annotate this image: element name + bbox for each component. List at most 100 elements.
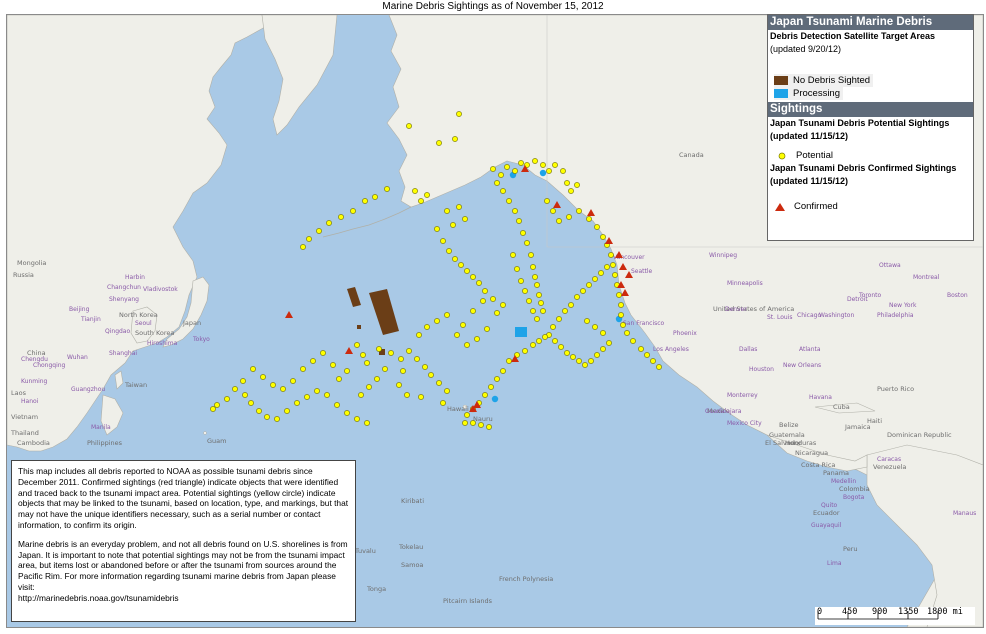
potential-sighting-marker[interactable]	[518, 278, 524, 284]
potential-sighting-marker[interactable]	[260, 374, 266, 380]
potential-sighting-marker[interactable]	[482, 288, 488, 294]
potential-sighting-marker[interactable]	[604, 264, 610, 270]
potential-sighting-marker[interactable]	[564, 350, 570, 356]
potential-sighting-marker[interactable]	[354, 416, 360, 422]
potential-sighting-marker[interactable]	[444, 388, 450, 394]
potential-sighting-marker[interactable]	[536, 338, 542, 344]
potential-sighting-marker[interactable]	[510, 252, 516, 258]
potential-sighting-marker[interactable]	[326, 220, 332, 226]
potential-sighting-marker[interactable]	[214, 402, 220, 408]
potential-sighting-marker[interactable]	[576, 208, 582, 214]
potential-sighting-marker[interactable]	[600, 346, 606, 352]
potential-sighting-marker[interactable]	[320, 350, 326, 356]
processing-marker[interactable]	[539, 169, 547, 177]
potential-sighting-marker[interactable]	[330, 362, 336, 368]
potential-sighting-marker[interactable]	[594, 224, 600, 230]
potential-sighting-marker[interactable]	[470, 420, 476, 426]
note-url-link[interactable]: http://marinedebris.noaa.gov/tsunamidebr…	[18, 593, 349, 604]
potential-sighting-marker[interactable]	[608, 252, 614, 258]
potential-sighting-marker[interactable]	[568, 188, 574, 194]
processing-marker[interactable]	[491, 395, 499, 403]
potential-sighting-marker[interactable]	[532, 274, 538, 280]
potential-sighting-marker[interactable]	[610, 262, 616, 268]
potential-sighting-marker[interactable]	[366, 384, 372, 390]
potential-sighting-marker[interactable]	[414, 356, 420, 362]
potential-sighting-marker[interactable]	[558, 344, 564, 350]
potential-sighting-marker[interactable]	[500, 368, 506, 374]
potential-sighting-marker[interactable]	[454, 332, 460, 338]
potential-sighting-marker[interactable]	[580, 288, 586, 294]
potential-sighting-marker[interactable]	[462, 216, 468, 222]
potential-sighting-marker[interactable]	[562, 308, 568, 314]
potential-sighting-marker[interactable]	[498, 172, 504, 178]
potential-sighting-marker[interactable]	[506, 198, 512, 204]
potential-sighting-marker[interactable]	[248, 400, 254, 406]
potential-sighting-marker[interactable]	[556, 316, 562, 322]
potential-sighting-marker[interactable]	[530, 342, 536, 348]
potential-sighting-marker[interactable]	[512, 208, 518, 214]
potential-sighting-marker[interactable]	[552, 338, 558, 344]
potential-sighting-marker[interactable]	[490, 166, 496, 172]
potential-sighting-marker[interactable]	[406, 123, 412, 129]
potential-sighting-marker[interactable]	[542, 334, 548, 340]
potential-sighting-marker[interactable]	[456, 111, 462, 117]
potential-sighting-marker[interactable]	[500, 188, 506, 194]
potential-sighting-marker[interactable]	[316, 228, 322, 234]
potential-sighting-marker[interactable]	[586, 282, 592, 288]
potential-sighting-marker[interactable]	[650, 358, 656, 364]
potential-sighting-marker[interactable]	[412, 188, 418, 194]
potential-sighting-marker[interactable]	[446, 248, 452, 254]
potential-sighting-marker[interactable]	[436, 380, 442, 386]
potential-sighting-marker[interactable]	[550, 208, 556, 214]
potential-sighting-marker[interactable]	[280, 386, 286, 392]
potential-sighting-marker[interactable]	[310, 358, 316, 364]
potential-sighting-marker[interactable]	[290, 378, 296, 384]
potential-sighting-marker[interactable]	[480, 298, 486, 304]
potential-sighting-marker[interactable]	[344, 410, 350, 416]
potential-sighting-marker[interactable]	[516, 218, 522, 224]
potential-sighting-marker[interactable]	[334, 402, 340, 408]
potential-sighting-marker[interactable]	[522, 348, 528, 354]
potential-sighting-marker[interactable]	[360, 352, 366, 358]
potential-sighting-marker[interactable]	[324, 392, 330, 398]
potential-sighting-marker[interactable]	[464, 342, 470, 348]
potential-sighting-marker[interactable]	[350, 208, 356, 214]
potential-sighting-marker[interactable]	[534, 282, 540, 288]
potential-sighting-marker[interactable]	[460, 322, 466, 328]
potential-sighting-marker[interactable]	[600, 330, 606, 336]
potential-sighting-marker[interactable]	[600, 234, 606, 240]
potential-sighting-marker[interactable]	[570, 354, 576, 360]
potential-sighting-marker[interactable]	[274, 416, 280, 422]
potential-sighting-marker[interactable]	[584, 318, 590, 324]
potential-sighting-marker[interactable]	[464, 412, 470, 418]
potential-sighting-marker[interactable]	[256, 408, 262, 414]
potential-sighting-marker[interactable]	[592, 324, 598, 330]
potential-sighting-marker[interactable]	[270, 382, 276, 388]
potential-sighting-marker[interactable]	[444, 208, 450, 214]
potential-sighting-marker[interactable]	[422, 364, 428, 370]
potential-sighting-marker[interactable]	[434, 318, 440, 324]
potential-sighting-marker[interactable]	[232, 386, 238, 392]
potential-sighting-marker[interactable]	[304, 394, 310, 400]
potential-sighting-marker[interactable]	[592, 276, 598, 282]
potential-sighting-marker[interactable]	[630, 338, 636, 344]
potential-sighting-marker[interactable]	[336, 376, 342, 382]
potential-sighting-marker[interactable]	[582, 362, 588, 368]
potential-sighting-marker[interactable]	[284, 408, 290, 414]
potential-sighting-marker[interactable]	[358, 392, 364, 398]
potential-sighting-marker[interactable]	[494, 376, 500, 382]
potential-sighting-marker[interactable]	[452, 256, 458, 262]
potential-sighting-marker[interactable]	[364, 420, 370, 426]
potential-sighting-marker[interactable]	[376, 346, 382, 352]
potential-sighting-marker[interactable]	[574, 182, 580, 188]
potential-sighting-marker[interactable]	[514, 266, 520, 272]
potential-sighting-marker[interactable]	[242, 392, 248, 398]
potential-sighting-marker[interactable]	[362, 198, 368, 204]
no-debris-area[interactable]	[357, 325, 361, 329]
potential-sighting-marker[interactable]	[250, 366, 256, 372]
potential-sighting-marker[interactable]	[456, 204, 462, 210]
potential-sighting-marker[interactable]	[518, 160, 524, 166]
potential-sighting-marker[interactable]	[586, 216, 592, 222]
potential-sighting-marker[interactable]	[404, 392, 410, 398]
potential-sighting-marker[interactable]	[556, 218, 562, 224]
